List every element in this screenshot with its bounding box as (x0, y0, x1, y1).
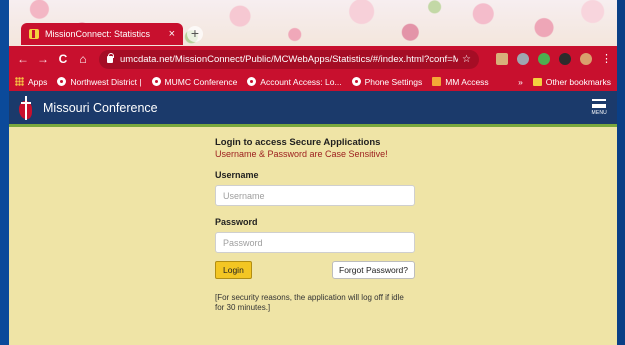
username-label: Username (215, 170, 259, 180)
site-header: Missouri Conference MENU (9, 91, 617, 124)
bookmark-apps[interactable]: Apps (15, 77, 47, 87)
bookmarks-bar: Apps Northwest District | MUMC Conferenc… (9, 72, 617, 91)
username-input[interactable] (215, 185, 415, 206)
extension-icon[interactable] (538, 53, 550, 65)
timeout-notice: [For security reasons, the application w… (215, 293, 404, 313)
login-button[interactable]: Login (215, 261, 252, 279)
bookmark-mm-access[interactable]: MM Access (432, 76, 489, 87)
browser-menu-icon[interactable]: ⋮ (601, 53, 612, 65)
folder-icon (532, 77, 542, 86)
bookmark-northwest-district[interactable]: Northwest District | (57, 76, 142, 87)
tab-title: MissionConnect: Statistics (45, 29, 151, 39)
forward-arrow-icon[interactable]: → (35, 51, 51, 67)
mm-icon (432, 77, 442, 86)
home-icon[interactable]: ⌂ (75, 51, 91, 67)
bookmark-label: Account Access: Lo... (260, 76, 342, 87)
bookmarks-overflow-button[interactable]: » (518, 77, 523, 87)
tab-close-icon[interactable]: × (169, 28, 175, 40)
hamburger-icon (592, 99, 607, 108)
case-sensitive-warning: Username & Password are Case Sensitive! (215, 149, 388, 159)
extension-icon[interactable] (580, 53, 592, 65)
page-content: Login to access Secure Applications User… (9, 127, 617, 345)
extensions-area: ⋮ (487, 53, 612, 65)
chrome-icon (247, 77, 257, 86)
bookmark-phone-settings[interactable]: Phone Settings (351, 76, 423, 87)
apps-grid-icon (15, 77, 24, 86)
login-actions: Login Forgot Password? (215, 261, 415, 279)
back-arrow-icon[interactable]: ← (15, 51, 31, 67)
browser-tab[interactable]: MissionConnect: Statistics × (21, 23, 183, 45)
reload-icon[interactable]: C (55, 51, 71, 67)
menu-label: MENU (591, 110, 607, 116)
chrome-icon (151, 77, 161, 86)
password-label: Password (215, 217, 258, 227)
password-input[interactable] (215, 232, 415, 253)
lock-icon (107, 52, 114, 63)
login-form: Login to access Secure Applications User… (215, 137, 420, 314)
cross-flame-logo-icon[interactable] (19, 95, 33, 120)
menu-button[interactable]: MENU (591, 99, 607, 116)
extension-icon[interactable] (517, 53, 529, 65)
favicon-icon (29, 29, 39, 39)
bookmark-label: MM Access (445, 76, 489, 87)
desktop-edge (0, 0, 9, 345)
chrome-icon (351, 77, 361, 86)
profile-avatar-icon[interactable] (559, 53, 571, 65)
site-name[interactable]: Missouri Conference (43, 101, 158, 115)
bookmark-account-access[interactable]: Account Access: Lo... (247, 76, 342, 87)
bookmark-label: Apps (28, 76, 48, 87)
url-text: umcdata.net/MissionConnect/Public/MCWebA… (120, 53, 459, 65)
bookmark-label: MUMC Conference (164, 76, 238, 87)
bookmarks-right: » Other bookmarks (518, 77, 611, 87)
forgot-password-button[interactable]: Forgot Password? (332, 261, 415, 279)
browser-window: MissionConnect: Statistics × + ← → C ⌂ u… (9, 0, 617, 345)
login-heading: Login to access Secure Applications (215, 137, 381, 148)
other-bookmarks-button[interactable]: Other bookmarks (546, 77, 611, 87)
chrome-icon (57, 77, 67, 86)
bookmark-mumc-conference[interactable]: MUMC Conference (151, 76, 238, 87)
tab-strip: MissionConnect: Statistics × + (9, 0, 617, 46)
star-icon[interactable]: ☆ (462, 54, 471, 65)
new-tab-button[interactable]: + (187, 26, 203, 42)
browser-toolbar: ← → C ⌂ umcdata.net/MissionConnect/Publi… (9, 46, 617, 72)
bookmark-label: Northwest District | (70, 76, 142, 87)
extension-icon[interactable] (496, 53, 508, 65)
address-bar[interactable]: umcdata.net/MissionConnect/Public/MCWebA… (99, 49, 479, 69)
bookmark-label: Phone Settings (364, 76, 423, 87)
